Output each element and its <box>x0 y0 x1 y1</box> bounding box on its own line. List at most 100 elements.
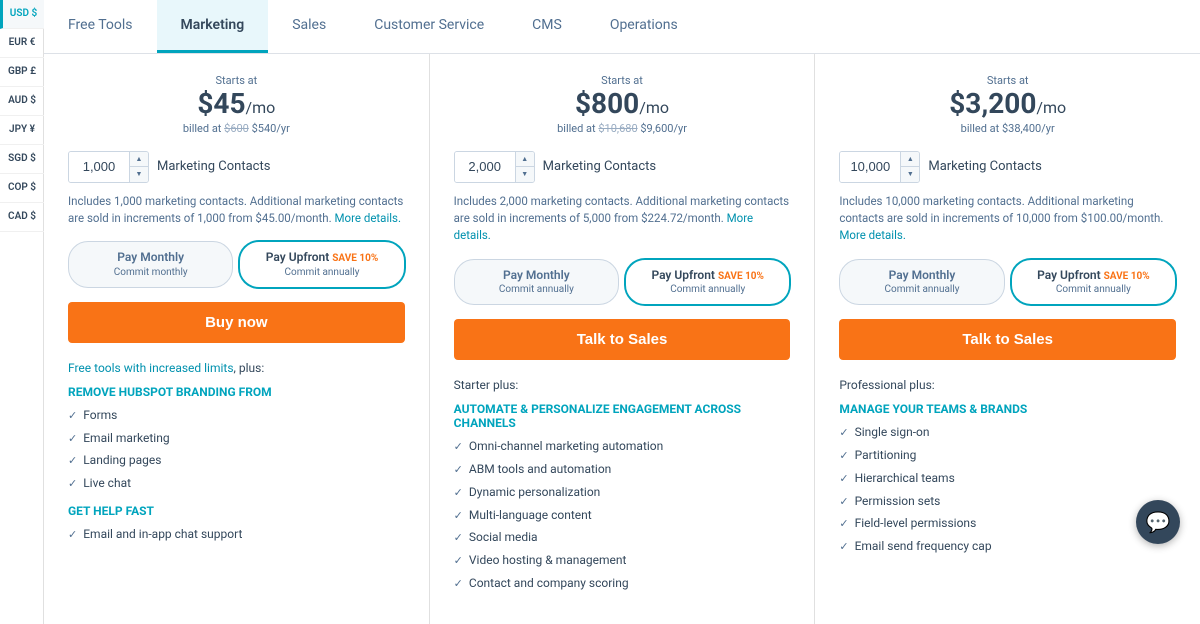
sidebar-item-cad[interactable]: CAD $ <box>0 203 44 232</box>
tab-marketing[interactable]: Marketing <box>157 0 269 53</box>
feature-text: Permission sets <box>855 493 941 510</box>
feature-text: Field-level permissions <box>855 515 977 532</box>
contacts-input[interactable] <box>840 152 900 182</box>
cta-button-starter[interactable]: Buy now <box>68 302 405 343</box>
contacts-spinners: ▲ ▼ <box>129 152 148 182</box>
feature-item: ✓Live chat <box>68 475 405 492</box>
sidebar-item-sgd[interactable]: SGD $ <box>0 145 44 174</box>
feature-text: Email marketing <box>83 430 169 447</box>
check-icon: ✓ <box>68 527 77 542</box>
feature-item: ✓ Permission sets <box>839 493 1176 510</box>
feature-text: Video hosting & management <box>469 552 627 569</box>
feature-item: ✓Email marketing <box>68 430 405 447</box>
price-display: $45/mo <box>68 89 405 120</box>
sidebar-item-gbp[interactable]: GBP £ <box>0 58 44 87</box>
feature-text: Email send frequency cap <box>855 538 992 555</box>
feature-item: ✓ Multi-language content <box>454 507 791 524</box>
feature-item: ✓ Email and in-app chat support <box>68 526 405 543</box>
starts-at-label: Starts at <box>68 74 405 87</box>
contacts-input[interactable] <box>69 152 129 182</box>
contacts-down-btn[interactable]: ▼ <box>130 167 148 182</box>
sidebar-item-aud[interactable]: AUD $ <box>0 87 44 116</box>
plan-header-enterprise: Starts at $3,200/mo billed at $38,400/yr <box>839 74 1176 135</box>
contacts-up-btn[interactable]: ▲ <box>130 152 148 168</box>
feature-text: Email and in-app chat support <box>83 526 242 543</box>
main-content: Free ToolsMarketingSalesCustomer Service… <box>44 0 1200 624</box>
feature-item: ✓Single sign-on <box>839 424 1176 441</box>
currency-sidebar: USD $EUR €GBP £AUD $JPY ¥SGD $COP $CAD $ <box>0 0 44 624</box>
feature-item: ✓ Field-level permissions <box>839 515 1176 532</box>
contacts-input-wrap[interactable]: ▲ ▼ <box>839 151 920 183</box>
features-intro: Professional plus: <box>839 378 1176 392</box>
cta-button-professional[interactable]: Talk to Sales <box>454 319 791 360</box>
contacts-down-btn[interactable]: ▼ <box>901 167 919 182</box>
contacts-up-btn[interactable]: ▲ <box>516 152 534 168</box>
check-icon: ✓ <box>839 516 848 531</box>
contacts-input[interactable] <box>455 152 515 182</box>
sidebar-item-eur[interactable]: EUR € <box>0 29 44 58</box>
check-icon: ✓ <box>454 462 463 477</box>
more-details-link[interactable]: More details. <box>335 211 402 225</box>
tab-sales[interactable]: Sales <box>268 0 350 53</box>
tab-cms[interactable]: CMS <box>508 0 586 53</box>
plans-area: Starts at $45/mo billed at $600 $540/yr … <box>44 54 1200 624</box>
chat-button[interactable]: 💬 <box>1136 500 1180 544</box>
feature-text: Contact and company scoring <box>469 575 629 592</box>
contacts-spinners: ▲ ▼ <box>515 152 534 182</box>
check-icon: ✓ <box>454 576 463 591</box>
tab-free-tools[interactable]: Free Tools <box>44 0 157 53</box>
features-section-enterprise: Professional plus: MANAGE YOUR TEAMS & B… <box>839 378 1176 555</box>
feature-list: ✓Forms✓Email marketing✓Landing pages✓Liv… <box>68 407 405 492</box>
price-display: $800/mo <box>454 89 791 120</box>
tab-customer-service[interactable]: Customer Service <box>350 0 508 53</box>
intro-link[interactable]: Free tools with increased limits <box>68 361 234 375</box>
pay-monthly-btn[interactable]: Pay Monthly Commit annually <box>839 259 1004 306</box>
feature-item: ✓ABM tools and automation <box>454 461 791 478</box>
sidebar-item-usd[interactable]: USD $ <box>0 0 44 29</box>
plan-col-professional: Starts at $800/mo billed at $10,680 $9,6… <box>430 54 816 624</box>
pay-upfront-btn[interactable]: Pay Upfront SAVE 10% Commit annually <box>625 259 790 306</box>
cta-button-enterprise[interactable]: Talk to Sales <box>839 319 1176 360</box>
starts-at-label: Starts at <box>454 74 791 87</box>
check-icon: ✓ <box>454 508 463 523</box>
payment-toggle: Pay Monthly Commit monthly Pay Upfront S… <box>68 241 405 288</box>
check-icon: ✓ <box>839 494 848 509</box>
sidebar-item-cop[interactable]: COP $ <box>0 174 44 203</box>
pay-monthly-btn[interactable]: Pay Monthly Commit monthly <box>68 241 233 288</box>
check-icon: ✓ <box>454 439 463 454</box>
sidebar-item-jpy[interactable]: JPY ¥ <box>0 116 44 145</box>
feature-text: Social media <box>469 529 538 546</box>
pay-upfront-btn[interactable]: Pay Upfront SAVE 10% Commit annually <box>239 241 404 288</box>
billed-at-label: billed at $38,400/yr <box>839 122 1176 135</box>
price-display: $3,200/mo <box>839 89 1176 120</box>
contacts-input-wrap[interactable]: ▲ ▼ <box>454 151 535 183</box>
feature-item: ✓Social media <box>454 529 791 546</box>
feature-text: Multi-language content <box>469 507 592 524</box>
pay-monthly-btn[interactable]: Pay Monthly Commit annually <box>454 259 619 306</box>
feature-item: ✓ Video hosting & management <box>454 552 791 569</box>
feature-text: Dynamic personalization <box>469 484 600 501</box>
feature-section-title: REMOVE HUBSPOT BRANDING FROM <box>68 385 405 399</box>
check-icon: ✓ <box>454 553 463 568</box>
contacts-label: Marketing Contacts <box>157 159 270 174</box>
contacts-label: Marketing Contacts <box>543 159 656 174</box>
feature-list2: ✓ Email and in-app chat support <box>68 526 405 543</box>
feature-item: ✓ Email send frequency cap <box>839 538 1176 555</box>
pay-upfront-btn[interactable]: Pay Upfront SAVE 10% Commit annually <box>1011 259 1176 306</box>
check-icon: ✓ <box>839 539 848 554</box>
more-details-link[interactable]: More details. <box>454 211 753 242</box>
check-icon: ✓ <box>68 476 77 491</box>
feature-list: ✓Omni-channel marketing automation ✓ABM t… <box>454 438 791 592</box>
billed-at-label: billed at $10,680 $9,600/yr <box>454 122 791 135</box>
contacts-row: ▲ ▼ Marketing Contacts <box>68 151 405 183</box>
plan-header-professional: Starts at $800/mo billed at $10,680 $9,6… <box>454 74 791 135</box>
more-details-link[interactable]: More details. <box>839 228 906 242</box>
contacts-desc: Includes 2,000 marketing contacts. Addit… <box>454 193 791 245</box>
feature-text: Forms <box>83 407 117 424</box>
contacts-down-btn[interactable]: ▼ <box>516 167 534 182</box>
feature-item: ✓Omni-channel marketing automation <box>454 438 791 455</box>
plan-header-starter: Starts at $45/mo billed at $600 $540/yr <box>68 74 405 135</box>
tab-operations[interactable]: Operations <box>586 0 702 53</box>
contacts-input-wrap[interactable]: ▲ ▼ <box>68 151 149 183</box>
contacts-up-btn[interactable]: ▲ <box>901 152 919 168</box>
